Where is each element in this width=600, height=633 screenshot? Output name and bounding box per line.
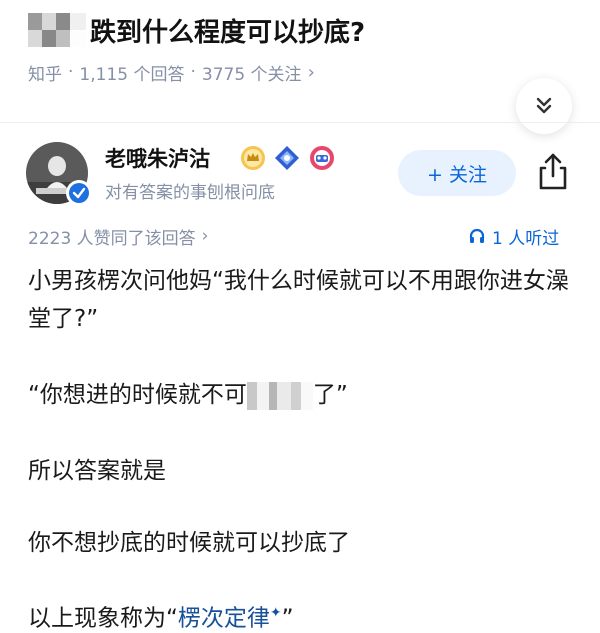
diamond-badge-icon[interactable] bbox=[274, 145, 300, 171]
headphones-icon bbox=[469, 228, 485, 243]
follow-button[interactable]: + 关注 bbox=[398, 150, 516, 196]
paragraph-text: “你想进的时候就不可 bbox=[28, 382, 247, 408]
obscured-text bbox=[246, 381, 313, 410]
author-badges bbox=[240, 142, 336, 174]
answer-page: 跌到什么程度可以抄底? 知乎 · 1,115 个回答 · 3775 个关注 › bbox=[0, 0, 600, 633]
obscured-title-prefix bbox=[28, 13, 86, 47]
chevron-right-icon: › bbox=[307, 61, 315, 83]
share-icon bbox=[539, 153, 567, 190]
answers-count: 1,115 个回答 bbox=[79, 64, 185, 85]
upvote-info[interactable]: 2223 人赞同了该回答 › bbox=[28, 222, 208, 250]
source-label: 知乎 bbox=[28, 64, 62, 85]
author-bio: 对有答案的事刨根问底 bbox=[105, 182, 275, 203]
answer-paragraph-5: 以上现象称为“楞次定律✦” bbox=[28, 594, 576, 633]
listen-count: 1 人听过 bbox=[492, 228, 560, 249]
answer-paragraph-3: 所以答案就是 bbox=[28, 458, 166, 484]
author-name[interactable]: 老哦朱泸沽 bbox=[105, 142, 210, 174]
chevron-double-down-icon bbox=[536, 97, 552, 114]
paragraph-text: 以上现象称为 bbox=[28, 605, 166, 632]
chevron-right-icon: › bbox=[201, 226, 209, 246]
verified-check-icon bbox=[69, 183, 89, 203]
listen-button[interactable]: 1 人听过 bbox=[468, 222, 559, 250]
paragraph-text: 了” bbox=[312, 382, 348, 408]
header-divider bbox=[0, 122, 600, 123]
close-quote: ” bbox=[281, 605, 294, 632]
question-title[interactable]: 跌到什么程度可以抄底? bbox=[28, 10, 588, 50]
collapse-button[interactable] bbox=[516, 78, 572, 134]
question-meta[interactable]: 知乎 · 1,115 个回答 · 3775 个关注 › bbox=[28, 58, 315, 86]
medal-badge-icon[interactable] bbox=[308, 145, 336, 171]
share-button[interactable] bbox=[536, 152, 570, 192]
open-quote: “ bbox=[166, 605, 178, 632]
answer-paragraph-1: 小男孩楞次问他妈“我什么时候就可以不用跟你进女澡堂了?” bbox=[28, 268, 569, 332]
crown-badge-icon[interactable] bbox=[240, 145, 266, 171]
answer-paragraph-2: “你想进的时候就不可 了” bbox=[28, 376, 576, 414]
meta-separator: · bbox=[190, 62, 196, 82]
question-title-text: 跌到什么程度可以抄底? bbox=[90, 17, 366, 48]
keyword-link[interactable]: 楞次定律 bbox=[178, 606, 270, 632]
meta-separator: · bbox=[68, 62, 74, 82]
sparkle-icon: ✦ bbox=[269, 605, 282, 621]
verified-badge bbox=[66, 180, 92, 206]
upvote-count-text: 2223 人赞同了该回答 bbox=[28, 228, 196, 249]
answer-paragraph-4: 你不想抄底的时候就可以抄底了 bbox=[28, 530, 350, 556]
followers-count: 3775 个关注 bbox=[201, 64, 302, 85]
